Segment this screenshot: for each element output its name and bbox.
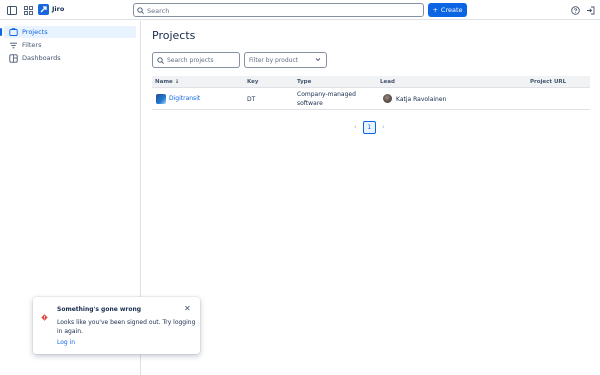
table-row: Digitransit DT Company-managed software … (152, 88, 590, 110)
column-header-project-url: Project URL (530, 79, 567, 85)
plus-icon: + (432, 6, 438, 14)
close-icon[interactable]: ✕ (184, 304, 191, 314)
sidebar-item-label: Filters (22, 41, 42, 49)
project-lead[interactable]: Katja Ravolainen (396, 96, 446, 103)
filter-icon (8, 40, 18, 50)
page-title: Projects (152, 29, 196, 42)
search-projects-input[interactable]: Search projects (152, 52, 240, 68)
toast-title: Something's gone wrong (57, 306, 142, 313)
toast-message: Looks like you've been signed out. Try l… (57, 319, 196, 335)
help-icon[interactable] (569, 4, 581, 16)
project-type-line1: Company-managed (297, 91, 356, 98)
sidebar-item-projects[interactable]: Projects (0, 26, 136, 38)
create-button-label: Create (440, 6, 463, 14)
active-indicator (0, 28, 2, 36)
filter-by-product-select[interactable]: Filter by product (244, 52, 327, 68)
chevron-left-icon[interactable]: ‹ (354, 123, 357, 131)
search-icon (157, 56, 164, 64)
sidebar-item-dashboards[interactable]: Dashboards (4, 52, 136, 64)
projects-icon (8, 27, 18, 37)
project-key: DT (247, 96, 256, 103)
sidebar-toggle-icon[interactable] (6, 4, 18, 16)
filter-product-placeholder: Filter by product (249, 56, 299, 64)
project-avatar-icon (156, 94, 166, 104)
sign-in-icon[interactable] (584, 4, 596, 16)
column-header-key: Key (247, 79, 259, 85)
column-header-lead: Lead (380, 79, 395, 85)
app-logo-icon[interactable] (38, 4, 49, 15)
search-icon (137, 7, 144, 14)
search-input[interactable]: Search (133, 3, 424, 17)
sidebar-item-label: Projects (22, 28, 48, 36)
log-in-link[interactable]: Log in (57, 339, 75, 346)
sidebar-item-label: Dashboards (22, 54, 61, 62)
column-header-name[interactable]: Name ↓ (155, 79, 179, 85)
avatar (383, 94, 392, 103)
error-icon (41, 306, 48, 321)
app-name[interactable]: Jiro (52, 5, 64, 13)
pagination: ‹ 1 › (354, 120, 385, 134)
top-navigation-bar: Jiro Search + Create (0, 0, 600, 20)
project-type-line2: software (297, 100, 323, 107)
project-name-link[interactable]: Digitransit (169, 95, 200, 102)
main-content: Projects Search projects Filter by produ… (142, 21, 600, 375)
create-button[interactable]: + Create (428, 3, 467, 17)
search-projects-placeholder: Search projects (167, 56, 214, 64)
search-placeholder: Search (147, 6, 170, 15)
projects-table-header: Name ↓ Key Type Lead Project URL (152, 76, 590, 88)
sidebar-item-filters[interactable]: Filters (4, 39, 136, 51)
page-button[interactable]: 1 (362, 120, 376, 134)
app-switcher-icon[interactable] (22, 4, 34, 16)
chevron-right-icon[interactable]: › (382, 123, 385, 131)
column-header-type: Type (297, 79, 312, 85)
chevron-down-icon (315, 57, 321, 64)
dashboard-icon (8, 53, 18, 63)
error-toast: Something's gone wrong ✕ Looks like you'… (33, 297, 200, 354)
